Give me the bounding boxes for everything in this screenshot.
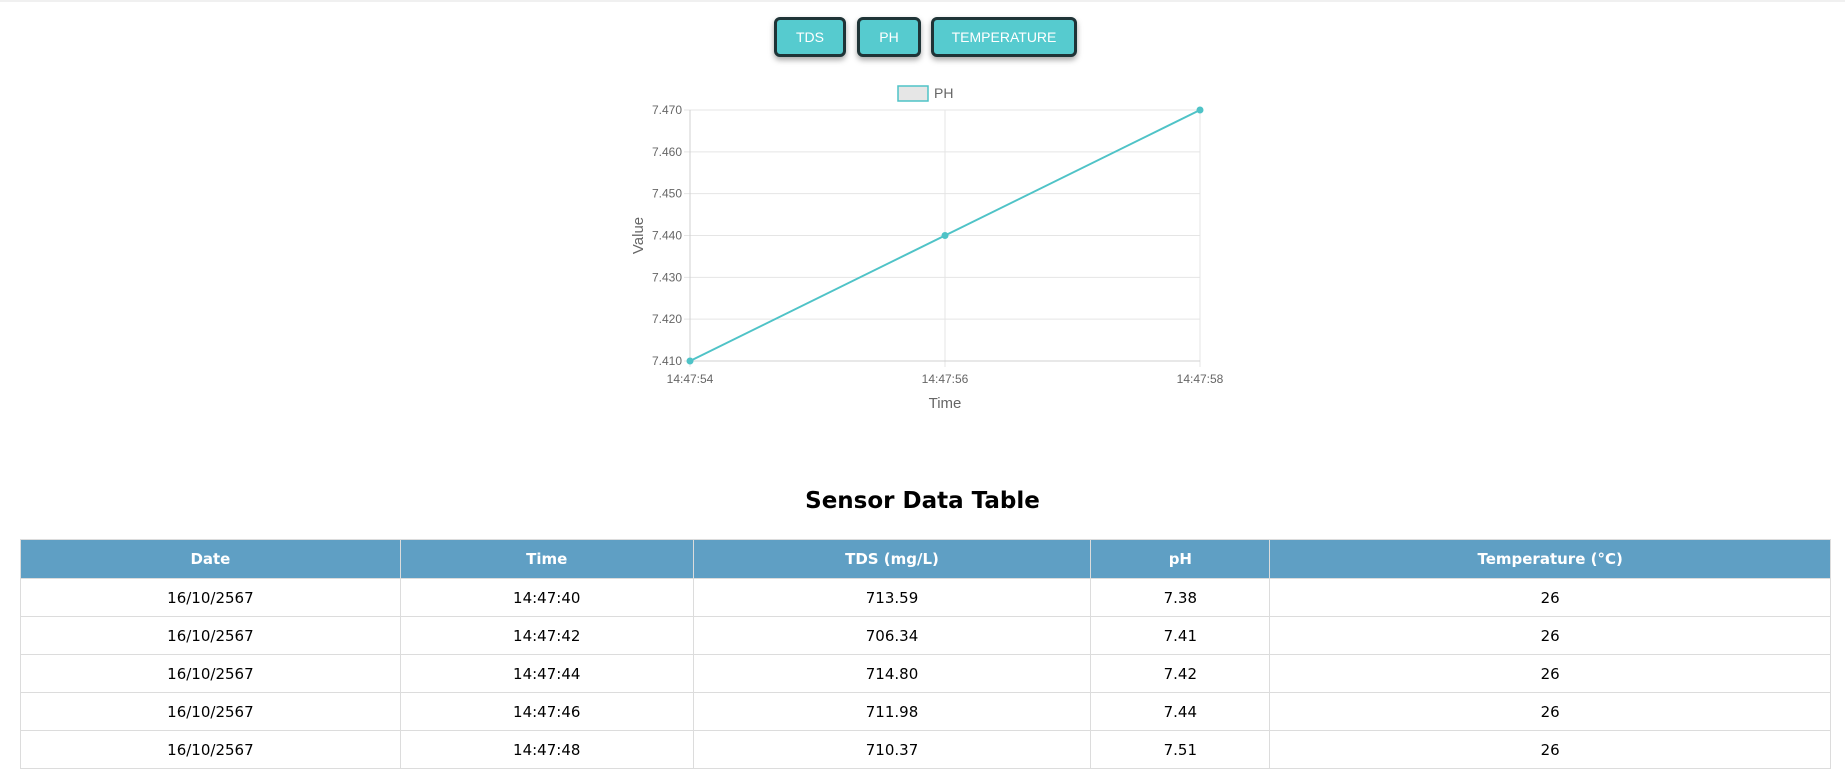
table-row: 16/10/2567 14:47:48 710.37 7.51 26 (20, 730, 1831, 769)
x-axis-title: Time (929, 395, 962, 412)
header-time: Time (399, 539, 694, 579)
x-tick-label: 14:47:56 (922, 372, 969, 386)
header-tds: TDS (mg/L) (692, 539, 1092, 579)
cell-time: 14:47:44 (399, 654, 694, 693)
cell-tds: 711.98 (692, 692, 1092, 731)
ph-line-chart: 7.470 7.460 7.450 7.440 7.430 7.420 7.410 14:47… (630, 85, 1224, 412)
cell-tds: 710.37 (692, 730, 1092, 769)
y-tick-label: 7.440 (652, 229, 682, 243)
x-tick-label: 14:47:54 (667, 372, 714, 386)
cell-tds: 714.80 (692, 654, 1092, 693)
y-tick-label: 7.470 (652, 103, 682, 117)
cell-time: 14:47:46 (399, 692, 694, 731)
table-row: 16/10/2567 14:47:40 713.59 7.38 26 (20, 578, 1831, 617)
cell-temperature: 26 (1269, 730, 1831, 769)
table-row: 16/10/2567 14:47:42 706.34 7.41 26 (20, 616, 1831, 655)
cell-time: 14:47:40 (399, 578, 694, 617)
sensor-data-table: Date Time TDS (mg/L) pH Temperature (°C)… (20, 539, 1831, 769)
data-point (1196, 106, 1204, 114)
cell-temperature: 26 (1269, 616, 1831, 655)
cell-tds: 706.34 (692, 616, 1092, 655)
cell-ph: 7.51 (1090, 730, 1271, 769)
table-header-row: Date Time TDS (mg/L) pH Temperature (°C) (20, 539, 1831, 579)
cell-ph: 7.42 (1090, 654, 1271, 693)
y-tick-label: 7.410 (652, 354, 682, 368)
data-point (941, 232, 949, 239)
cell-temperature: 26 (1269, 654, 1831, 693)
table-title: Sensor Data Table (805, 488, 1040, 514)
table-row: 16/10/2567 14:47:44 714.80 7.42 26 (20, 654, 1831, 693)
y-axis-title: Value (630, 217, 647, 254)
cell-ph: 7.38 (1090, 578, 1271, 617)
cell-time: 14:47:48 (399, 730, 694, 769)
legend-swatch (897, 85, 929, 102)
header-temperature: Temperature (°C) (1269, 539, 1831, 579)
y-tick-label: 7.450 (652, 187, 682, 201)
cell-temperature: 26 (1269, 692, 1831, 731)
cell-date: 16/10/2567 (20, 578, 401, 617)
y-tick-label: 7.460 (652, 145, 682, 159)
header-date: Date (20, 539, 401, 579)
cell-date: 16/10/2567 (20, 654, 401, 693)
cell-date: 16/10/2567 (20, 730, 401, 769)
legend-label: PH (934, 85, 953, 101)
cell-ph: 7.44 (1090, 692, 1271, 731)
table-row: 16/10/2567 14:47:46 711.98 7.44 26 (20, 692, 1831, 731)
data-point (686, 357, 694, 365)
cell-ph: 7.41 (1090, 616, 1271, 655)
y-tick-label: 7.430 (652, 270, 682, 284)
cell-tds: 713.59 (692, 578, 1092, 617)
x-tick-label: 14:47:58 (1177, 372, 1224, 386)
cell-date: 16/10/2567 (20, 692, 401, 731)
y-tick-label: 7.420 (652, 312, 682, 326)
cell-date: 16/10/2567 (20, 616, 401, 655)
cell-time: 14:47:42 (399, 616, 694, 655)
header-ph: pH (1090, 539, 1271, 579)
cell-temperature: 26 (1269, 578, 1831, 617)
